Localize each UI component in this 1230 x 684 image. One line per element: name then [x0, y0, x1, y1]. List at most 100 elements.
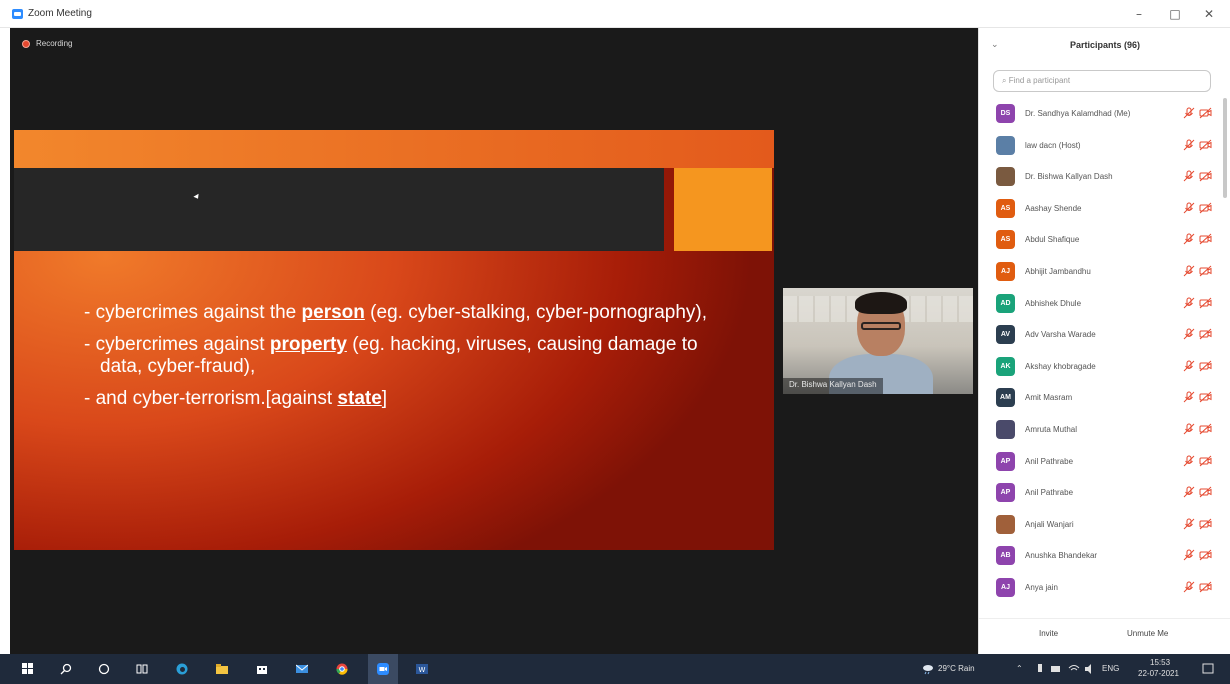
participant-row[interactable]: AP Anil Pathrabe [993, 477, 1215, 509]
participant-name: Abhijit Jambandhu [1025, 266, 1091, 276]
video-off-icon[interactable] [1199, 391, 1212, 403]
close-button[interactable]: ✕ [1194, 4, 1224, 24]
participant-row[interactable]: Anjali Wanjari [993, 509, 1215, 541]
notification-icon[interactable] [1202, 663, 1214, 675]
video-off-icon[interactable] [1199, 265, 1212, 277]
video-off-icon[interactable] [1199, 170, 1212, 182]
meeting-video-area[interactable]: Recording - cybercrimes against the pers… [10, 28, 978, 654]
participant-name: Anjali Wanjari [1025, 519, 1074, 529]
edge-icon[interactable] [176, 663, 188, 675]
windows-taskbar: W 29°C Rain ⌃ ENG 15:53 22-07-2021 [0, 654, 1230, 684]
participant-avatar: AJ [996, 577, 1015, 597]
participant-avatar: AJ [996, 261, 1015, 281]
video-off-icon[interactable] [1199, 518, 1212, 530]
participant-name: Adv Varsha Warade [1025, 330, 1096, 340]
mic-muted-icon[interactable] [1183, 518, 1195, 530]
participant-row[interactable]: AS Abdul Shafique [993, 224, 1215, 256]
participant-name: Anil Pathrabe [1025, 456, 1074, 466]
mic-muted-icon[interactable] [1183, 423, 1195, 435]
participant-name: Anushka Bhandekar [1025, 551, 1098, 561]
input-language[interactable]: ENG [1102, 664, 1119, 673]
video-off-icon[interactable] [1199, 233, 1212, 245]
task-view-icon[interactable] [136, 663, 148, 675]
tray-chevron-up-icon[interactable]: ⌃ [1016, 664, 1023, 673]
volume-icon[interactable] [1084, 663, 1096, 675]
mic-muted-icon[interactable] [1183, 265, 1195, 277]
search-icon[interactable] [60, 663, 72, 675]
chrome-icon[interactable] [336, 663, 348, 675]
speaker-video-thumbnail[interactable]: Dr. Bishwa Kallyan Dash [783, 288, 973, 394]
bullet-text: - and cyber-terrorism.[against [84, 388, 338, 409]
maximize-button[interactable]: □ [1160, 4, 1190, 24]
participant-row[interactable]: Amruta Muthal [993, 414, 1215, 446]
panel-footer: Invite Unmute Me [979, 618, 1230, 648]
participant-row[interactable]: AJ Abhijit Jambandhu [993, 256, 1215, 288]
video-off-icon[interactable] [1199, 581, 1212, 593]
search-icon: ⌕ [1002, 76, 1009, 85]
mic-muted-icon[interactable] [1183, 391, 1195, 403]
usb-icon[interactable] [1034, 663, 1046, 675]
participant-avatar: DS [996, 104, 1015, 123]
mic-muted-icon[interactable] [1183, 455, 1195, 467]
participant-name: Abhishek Dhule [1025, 298, 1082, 308]
mic-muted-icon[interactable] [1183, 581, 1195, 593]
zoom-icon [12, 9, 23, 19]
video-off-icon[interactable] [1199, 139, 1212, 151]
participant-row[interactable]: law dacn (Host) [993, 130, 1215, 162]
recording-label: Recording [36, 39, 73, 48]
store-icon[interactable] [256, 663, 268, 675]
participant-row[interactable]: AJ Anya jain [993, 572, 1215, 604]
participant-row[interactable]: AS Aashay Shende [993, 193, 1215, 225]
weather-rain-icon [923, 665, 933, 675]
video-off-icon[interactable] [1199, 328, 1212, 340]
mic-muted-icon[interactable] [1183, 202, 1195, 214]
video-off-icon[interactable] [1199, 202, 1212, 214]
clock-date[interactable]: 22-07-2021 [1138, 669, 1179, 678]
mic-muted-icon[interactable] [1183, 360, 1195, 372]
participant-row[interactable]: Dr. Bishwa Kallyan Dash [993, 161, 1215, 193]
invite-button[interactable]: Invite [1031, 627, 1066, 643]
mail-icon[interactable] [296, 663, 308, 675]
participant-row[interactable]: AB Anushka Bhandekar [993, 540, 1215, 572]
windows-start-icon[interactable] [22, 663, 34, 675]
participant-avatar: AV [996, 325, 1015, 345]
participant-row[interactable]: AV Adv Varsha Warade [993, 319, 1215, 351]
battery-icon[interactable] [1050, 663, 1062, 675]
slide-bullet: - and cyber-terrorism.[against state] [84, 388, 724, 410]
participant-name: Anil Pathrabe [1025, 488, 1074, 498]
video-off-icon[interactable] [1199, 297, 1212, 309]
unmute-me-button[interactable]: Unmute Me [1119, 627, 1176, 643]
mic-muted-icon[interactable] [1183, 233, 1195, 245]
participant-row[interactable]: AM Amit Masram [993, 382, 1215, 414]
file-explorer-icon[interactable] [216, 663, 228, 675]
minimize-button[interactable]: – [1124, 4, 1154, 24]
participant-row[interactable]: DS Dr. Sandhya Kalamdhad (Me) [993, 98, 1215, 130]
mic-muted-icon[interactable] [1183, 107, 1195, 119]
video-off-icon[interactable] [1199, 486, 1212, 498]
mic-muted-icon[interactable] [1183, 139, 1195, 151]
zoom-taskbar-active[interactable] [368, 654, 398, 684]
mic-muted-icon[interactable] [1183, 170, 1195, 182]
video-off-icon[interactable] [1199, 455, 1212, 467]
mic-muted-icon[interactable] [1183, 328, 1195, 340]
clock-time[interactable]: 15:53 [1150, 658, 1170, 667]
bullet-keyword: property [269, 334, 347, 355]
video-off-icon[interactable] [1199, 549, 1212, 561]
mic-muted-icon[interactable] [1183, 549, 1195, 561]
word-icon[interactable]: W [416, 663, 428, 675]
participant-row[interactable]: AD Abhishek Dhule [993, 288, 1215, 320]
participant-avatar: AP [996, 451, 1015, 471]
scrollbar[interactable] [1223, 98, 1227, 198]
mic-muted-icon[interactable] [1183, 486, 1195, 498]
weather-text[interactable]: 29°C Rain [938, 664, 975, 673]
mic-muted-icon[interactable] [1183, 297, 1195, 309]
video-off-icon[interactable] [1199, 423, 1212, 435]
participant-row[interactable]: AK Akshay khobragade [993, 351, 1215, 383]
video-off-icon[interactable] [1199, 107, 1212, 119]
participant-row[interactable]: AP Anil Pathrabe [993, 446, 1215, 478]
participant-search-input[interactable]: ⌕ Find a participant [993, 70, 1211, 92]
video-off-icon[interactable] [1199, 360, 1212, 372]
cortana-icon[interactable] [98, 663, 110, 675]
window-titlebar: Zoom Meeting – □ ✕ [0, 0, 1230, 28]
network-icon[interactable] [1068, 663, 1080, 675]
